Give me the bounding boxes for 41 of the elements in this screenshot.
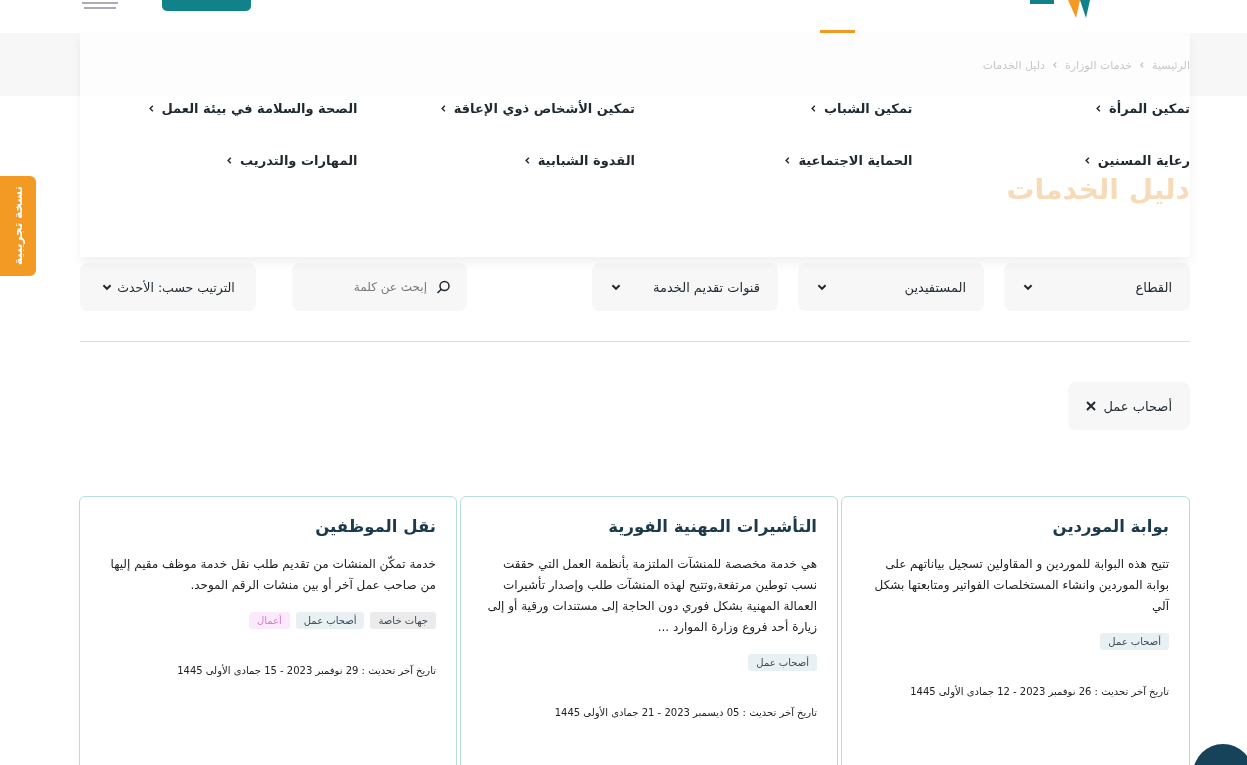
- search-field[interactable]: إبحث عن كلمة: [292, 263, 467, 311]
- card-title: بوابة الموردين: [1051, 517, 1169, 536]
- menu-link[interactable]: الحماية الاجتماعية: [783, 149, 913, 171]
- card-description: هي خدمة مخصصة للمنشآت الملتزمة بأنظمة العمل التي حققت نسب توطين مرتفعة,وتتيح لهذه المنشآت طلب وإصدار تأشيرات العمالة المهنية بشكل فوري دون الحاجة إلى مستندات ورقية أو إلى زيارة أحد فروع وزارة الموارد ...: [486, 554, 817, 637]
- card-description: خدمة تمكّن المنشات من تقديم طلب نقل خدمة موظف مقيم إليها من صاحب عمل آخر أو بين منشات الرقم الموحد.: [109, 554, 436, 595]
- update-date: تاريخ آخر تحديث : 26 نوفمبر 2023 - 12 جمادى الأولى 1445: [909, 686, 1169, 697]
- menu-link[interactable]: تمكين المرأة: [1094, 97, 1190, 119]
- chevron-icon: [146, 103, 156, 113]
- tag: أصحاب عمل: [295, 612, 365, 629]
- chevron-icon: [1082, 155, 1092, 165]
- filter-dropdown[interactable]: القطاع: [1004, 263, 1190, 311]
- search-icon: [436, 280, 451, 295]
- tag: أصحاب عمل: [748, 654, 817, 671]
- menu-link[interactable]: القدوة الشبابية: [522, 149, 635, 171]
- card-description: تتيح هذه البوابة للموردين و المقاولين تسجيل بياناتهم على بوابة الموردين وانشاء المستخلصات الفواتير ومتابعتها بشكل آلي: [873, 556, 1169, 615]
- filter-chip[interactable]: أصحاب عمل: [1067, 382, 1190, 430]
- update-date: تاريخ آخر تحديث : 29 نوفمبر 2023 - 15 جمادى الأولى 1445: [176, 665, 436, 676]
- tag: أعمال: [248, 612, 290, 629]
- sort-dropdown[interactable]: الترتيب حسب: الأحدث: [80, 263, 256, 311]
- chevron-icon: [438, 103, 448, 113]
- service-card[interactable]: نقل الموظفين خدمة تمكّن المنشات من تقديم طلب نقل خدمة موظف مقيم إليها من صاحب عمل آخر أو بين منشات الرقم الموحد. جهات خاصة أصحاب عمل أعمال تاريخ آخر تحديث : 29 نوفمبر 2023 - 15 جمادى الأولى 1445: [79, 496, 457, 765]
- menu-link[interactable]: الصحة والسلامة في بيئة العمل: [146, 97, 358, 119]
- tag: أصحاب عمل: [1100, 633, 1169, 650]
- menu-link[interactable]: المهارات والتدريب: [225, 149, 358, 171]
- active-nav-indicator: [820, 30, 855, 33]
- chevron-icon: [809, 103, 818, 113]
- page-title: دليل الخدمات: [1006, 172, 1190, 208]
- update-date: تاريخ آخر تحديث : 05 ديسمبر 2023 - 21 جمادى الأولى 1445: [553, 707, 817, 718]
- menu-link[interactable]: رعاية المسنين: [1082, 149, 1190, 171]
- menu-link[interactable]: تمكين الشباب: [809, 97, 913, 119]
- card-title: التأشيرات المهنية الفورية: [607, 517, 817, 536]
- side-tab-label: نسخة تجريبية: [11, 186, 25, 266]
- chevron-icon: [522, 155, 532, 165]
- filter-dropdown[interactable]: قنوات تقديم الخدمة: [592, 263, 778, 311]
- filter-dropdown[interactable]: المستفيدين: [798, 263, 984, 311]
- service-card[interactable]: [460, 496, 838, 765]
- tag: جهات خاصة: [370, 612, 436, 629]
- service-card[interactable]: بوابة الموردين تتيح هذه البوابة للموردين و المقاولين تسجيل بياناتهم على بوابة الموردين وانشاء المستخلصات الفواتير ومتابعتها بشكل آلي أصحاب عمل تاريخ آخر تحديث : 26 نوفمبر 2023 - 12 جمادى الأولى 1445: [841, 496, 1190, 765]
- menu-link[interactable]: تمكين الأشخاص ذوي الإعاقة: [438, 97, 635, 119]
- close-icon: [1085, 401, 1096, 411]
- card-title: نقل الموظفين: [314, 517, 436, 536]
